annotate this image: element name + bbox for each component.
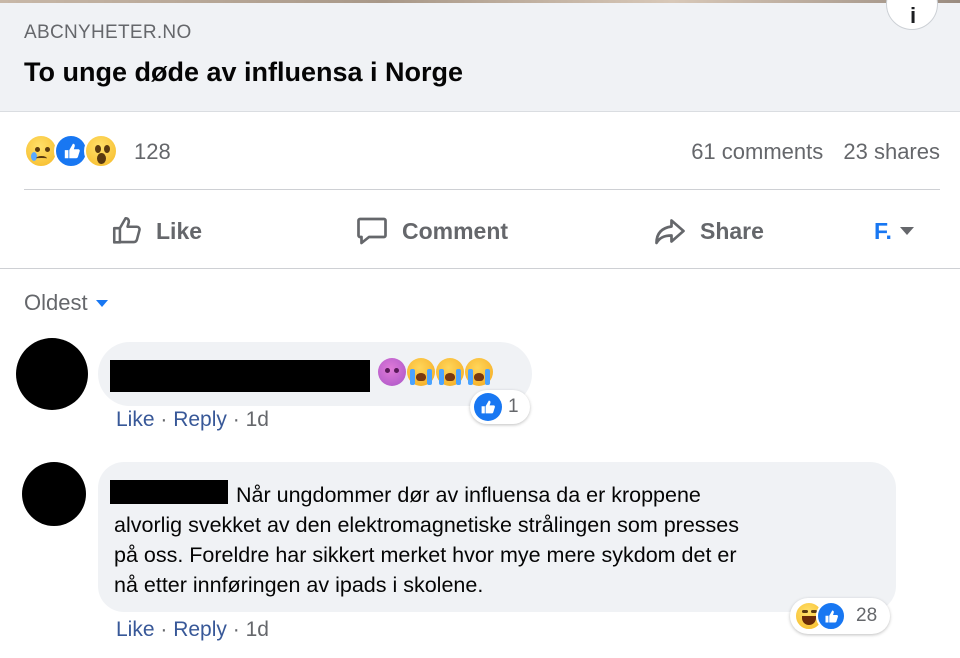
page-selector[interactable]: F.: [874, 200, 914, 262]
comment-line: på oss. Foreldre har sikkert merket hvor…: [114, 543, 737, 567]
like-reaction-icon[interactable]: [54, 134, 88, 168]
link-preview-card[interactable]: ABCNYHETER.NO To unge døde av influensa …: [0, 0, 960, 112]
sad-reaction-icon[interactable]: [24, 134, 58, 168]
like-button[interactable]: Like: [110, 200, 202, 262]
comment-button[interactable]: Comment: [354, 200, 508, 262]
crying-face-icon: [407, 358, 435, 386]
shares-count[interactable]: 23 shares: [843, 139, 940, 164]
separator: ·: [154, 618, 174, 641]
sort-label: Oldest: [24, 290, 88, 315]
comment-label: Comment: [402, 217, 509, 244]
crying-face-icon: [436, 358, 464, 386]
post-stats: 128 61 comments 23 shares: [24, 128, 940, 174]
avatar[interactable]: [22, 462, 86, 526]
crying-face-icon: [465, 358, 493, 386]
share-arrow-icon: [655, 219, 685, 245]
comment-reactions[interactable]: 1: [470, 390, 530, 424]
separator: ·: [226, 408, 246, 431]
link-image-edge: [0, 0, 960, 3]
info-icon: i: [909, 3, 917, 28]
comment-bubble: [98, 342, 532, 406]
comment-line: nå etter innføringen av ipads i skolene.: [114, 573, 484, 597]
separator: ·: [154, 408, 174, 431]
comment-emojis: [378, 358, 493, 386]
separator: ·: [226, 618, 246, 641]
comment-timestamp[interactable]: 1d: [246, 618, 269, 641]
info-button[interactable]: i: [886, 0, 938, 30]
avatar[interactable]: [16, 338, 88, 410]
share-label: Share: [700, 217, 764, 244]
link-headline[interactable]: To unge døde av influensa i Norge: [24, 57, 463, 88]
reaction-count[interactable]: 128: [134, 139, 171, 165]
comment-line: Når ungdommer dør av influensa da er kro…: [236, 483, 701, 507]
comment-text: Når ungdommer dør av influensa da er kro…: [114, 480, 884, 600]
purple-face-icon: [378, 358, 406, 386]
comment-timestamp[interactable]: 1d: [246, 408, 269, 431]
comment-reaction-count: 1: [508, 396, 519, 417]
comment-like-link[interactable]: Like: [116, 618, 155, 641]
thumbs-up-icon: [112, 216, 141, 244]
comment-meta: Like · Reply · 1d: [116, 408, 269, 432]
comment-reactions[interactable]: 28: [790, 598, 890, 634]
share-button[interactable]: Share: [652, 200, 764, 262]
comments-count[interactable]: 61 comments: [691, 139, 823, 164]
comment-meta: Like · Reply · 1d: [116, 618, 269, 642]
comment-line: alvorlig svekket av den elektromagnetisk…: [114, 513, 739, 537]
comment-bubble: Når ungdommer dør av influensa da er kro…: [98, 462, 896, 612]
chevron-down-icon: [899, 227, 914, 235]
comment-reply-link[interactable]: Reply: [173, 408, 227, 431]
like-label: Like: [156, 217, 203, 244]
comment-sort-dropdown[interactable]: Oldest: [24, 290, 108, 316]
wow-reaction-icon[interactable]: [84, 134, 118, 168]
comment-reply-link[interactable]: Reply: [173, 618, 227, 641]
speech-bubble-icon: [357, 217, 387, 245]
post-actions-bar: Like Comment Share F.: [0, 200, 960, 262]
link-domain: ABCNYHETER.NO: [24, 22, 192, 43]
page-initial: F.: [874, 217, 892, 244]
like-reaction-icon: [816, 601, 846, 631]
divider: [0, 268, 960, 269]
redacted-author-name: [110, 360, 370, 392]
divider: [24, 189, 940, 190]
comment-reaction-count: 28: [856, 605, 878, 626]
engagement-counts: 61 comments 23 shares: [677, 139, 940, 165]
comment-like-link[interactable]: Like: [116, 408, 155, 431]
like-reaction-icon: [474, 393, 502, 421]
chevron-down-icon: [95, 299, 108, 307]
